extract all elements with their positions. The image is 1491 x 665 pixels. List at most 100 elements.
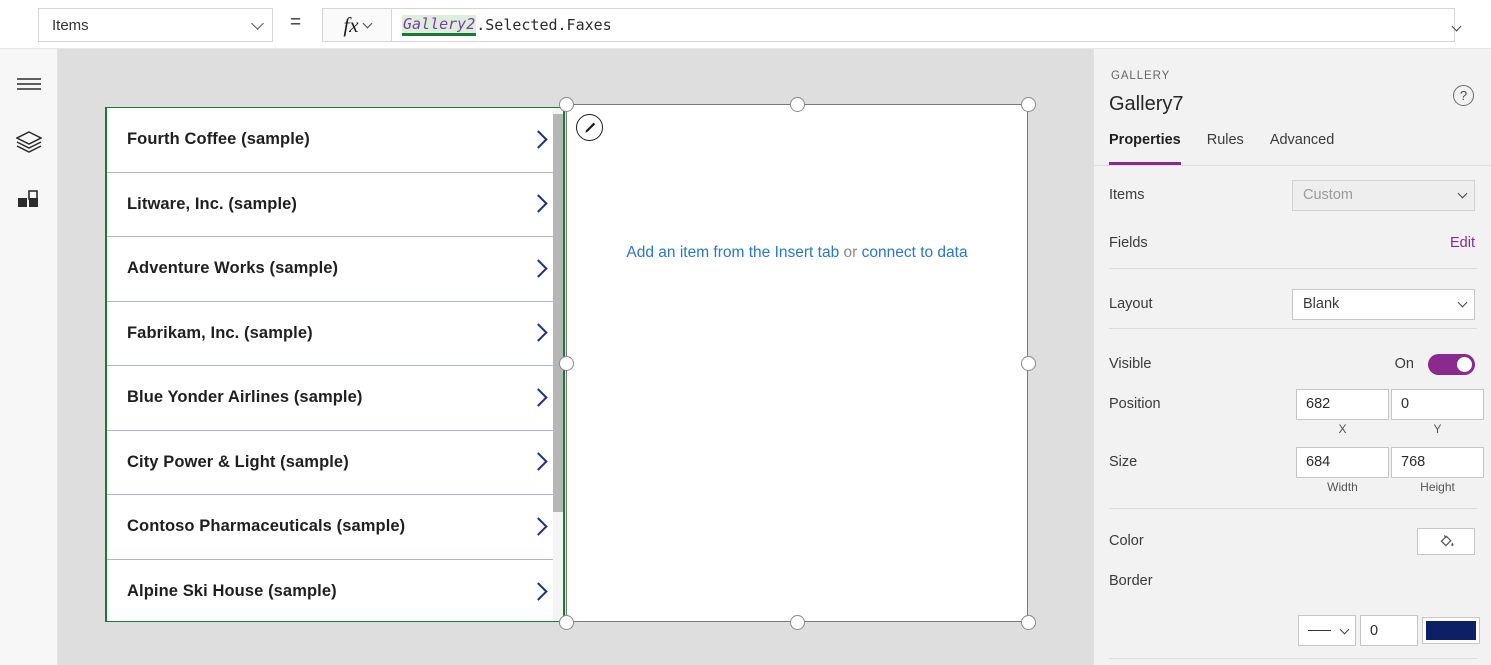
position-label: Position bbox=[1109, 396, 1161, 412]
layers-icon bbox=[16, 131, 42, 153]
resize-handle-bottom-right[interactable] bbox=[1021, 615, 1036, 630]
gallery-row[interactable]: Litware, Inc. (sample) bbox=[107, 172, 564, 237]
size-height-input[interactable]: 768 bbox=[1391, 446, 1484, 478]
visible-toggle[interactable] bbox=[1428, 353, 1475, 375]
gallery-row-label: Blue Yonder Airlines (sample) bbox=[127, 388, 363, 407]
chevron-right-icon[interactable] bbox=[529, 259, 548, 278]
insert-tab-link[interactable]: Add an item from the Insert tab bbox=[626, 244, 839, 261]
panel-divider bbox=[1109, 268, 1477, 269]
property-row-size: Size 684 768 bbox=[1094, 438, 1491, 486]
panel-divider bbox=[1109, 328, 1477, 329]
fields-label: Fields bbox=[1109, 235, 1148, 251]
fields-edit-link[interactable]: Edit bbox=[1450, 235, 1475, 251]
pencil-icon bbox=[584, 122, 595, 133]
resize-handle-bottom-center[interactable] bbox=[790, 615, 805, 630]
property-selector-dropdown[interactable]: Items bbox=[38, 8, 273, 42]
question-mark-icon[interactable]: ? bbox=[1453, 85, 1474, 106]
fx-button[interactable]: fx bbox=[322, 8, 392, 42]
rail-item-menu[interactable] bbox=[0, 62, 58, 106]
position-y-input[interactable]: 0 bbox=[1391, 388, 1484, 420]
items-dropdown-value: Custom bbox=[1303, 187, 1353, 203]
panel-control-type: GALLERY bbox=[1111, 70, 1171, 82]
chevron-right-icon[interactable] bbox=[529, 388, 548, 407]
empty-message-conjunction: or bbox=[839, 244, 862, 261]
property-row-border: Border bbox=[1094, 557, 1491, 605]
position-y-caption: Y bbox=[1433, 422, 1442, 436]
chevron-right-icon[interactable] bbox=[529, 517, 548, 536]
items-label: Items bbox=[1109, 187, 1145, 203]
gallery-row[interactable]: Blue Yonder Airlines (sample) bbox=[107, 366, 564, 431]
left-rail bbox=[0, 49, 58, 665]
visible-state-text: On bbox=[1394, 356, 1414, 372]
layout-dropdown-value: Blank bbox=[1303, 296, 1340, 312]
items-dropdown[interactable]: Custom bbox=[1292, 179, 1475, 211]
chevron-down-icon bbox=[1451, 21, 1462, 32]
size-width-input[interactable]: 684 bbox=[1296, 446, 1389, 478]
equals-sign: = bbox=[290, 12, 302, 33]
panel-control-name: Gallery7 bbox=[1109, 93, 1184, 115]
resize-handle-top-center[interactable] bbox=[790, 97, 805, 112]
solid-line-icon bbox=[1308, 630, 1331, 631]
gallery-empty-message: Add an item from the Insert tab or conne… bbox=[567, 244, 1027, 262]
gallery-row-label: City Power & Light (sample) bbox=[127, 452, 349, 471]
resize-handle-middle-left[interactable] bbox=[559, 356, 574, 371]
tab-advanced[interactable]: Advanced bbox=[1270, 132, 1335, 165]
formula-input[interactable]: Gallery2 .Selected.Faxes bbox=[392, 8, 1455, 42]
visible-label: Visible bbox=[1109, 356, 1152, 372]
panel-divider bbox=[1109, 658, 1477, 659]
layout-dropdown[interactable]: Blank bbox=[1292, 288, 1475, 320]
border-color-fill bbox=[1426, 621, 1476, 640]
connect-to-data-link[interactable]: connect to data bbox=[862, 244, 968, 261]
rail-item-tree-view[interactable] bbox=[0, 120, 58, 164]
panel-divider bbox=[1109, 508, 1477, 509]
gallery-row-label: Fabrikam, Inc. (sample) bbox=[127, 323, 313, 342]
gallery-edit-badge[interactable] bbox=[576, 114, 603, 141]
border-color-swatch[interactable] bbox=[1422, 617, 1480, 644]
design-canvas[interactable]: Fourth Coffee (sample) Litware, Inc. (sa… bbox=[58, 49, 1093, 665]
gallery-row[interactable]: Contoso Pharmaceuticals (sample) bbox=[107, 495, 564, 560]
gallery-row-label: Alpine Ski House (sample) bbox=[127, 582, 337, 601]
gallery-row-label: Contoso Pharmaceuticals (sample) bbox=[127, 517, 406, 536]
layout-label: Layout bbox=[1109, 296, 1153, 312]
chevron-down-icon bbox=[1457, 297, 1468, 308]
gallery-row-label: Litware, Inc. (sample) bbox=[127, 194, 297, 213]
gallery-row[interactable]: Fourth Coffee (sample) bbox=[107, 108, 564, 173]
size-width-caption: Width bbox=[1327, 480, 1358, 494]
panel-tabs-divider bbox=[1094, 165, 1491, 166]
property-row-layout: Layout Blank bbox=[1094, 280, 1491, 328]
property-row-position: Position 682 0 bbox=[1094, 380, 1491, 428]
border-style-dropdown[interactable] bbox=[1298, 615, 1356, 646]
gallery-list-control[interactable]: Fourth Coffee (sample) Litware, Inc. (sa… bbox=[105, 107, 565, 622]
resize-handle-top-left[interactable] bbox=[559, 97, 574, 112]
gallery-selected-control[interactable]: Add an item from the Insert tab or conne… bbox=[559, 97, 1036, 630]
gallery-row[interactable]: Fabrikam, Inc. (sample) bbox=[107, 301, 564, 366]
chevron-down-icon bbox=[1457, 188, 1468, 199]
hamburger-menu-icon bbox=[17, 78, 41, 90]
property-row-fields: Fields Edit bbox=[1094, 219, 1491, 267]
tab-rules[interactable]: Rules bbox=[1207, 132, 1244, 165]
resize-handle-top-right[interactable] bbox=[1021, 97, 1036, 112]
gallery-row[interactable]: Alpine Ski House (sample) bbox=[107, 559, 564, 621]
color-picker-button[interactable] bbox=[1417, 527, 1475, 555]
tab-properties[interactable]: Properties bbox=[1109, 132, 1181, 165]
chevron-down-icon bbox=[362, 18, 373, 29]
color-label: Color bbox=[1109, 533, 1144, 549]
gallery-row[interactable]: Adventure Works (sample) bbox=[107, 237, 564, 302]
chevron-down-icon bbox=[251, 16, 264, 30]
resize-handle-bottom-left[interactable] bbox=[559, 615, 574, 630]
rail-item-insert[interactable] bbox=[0, 180, 58, 224]
chevron-right-icon[interactable] bbox=[529, 130, 548, 149]
formula-token-reference: Gallery2 bbox=[402, 14, 477, 36]
chevron-right-icon[interactable] bbox=[529, 452, 548, 471]
chevron-right-icon[interactable] bbox=[529, 323, 548, 342]
property-selector-value: Items bbox=[52, 16, 89, 34]
position-x-input[interactable]: 682 bbox=[1296, 388, 1389, 420]
chevron-right-icon[interactable] bbox=[529, 582, 548, 601]
border-thickness-input[interactable]: 0 bbox=[1360, 615, 1418, 646]
size-height-caption: Height bbox=[1420, 480, 1455, 494]
paint-bucket-icon bbox=[1440, 534, 1453, 546]
chevron-right-icon[interactable] bbox=[529, 194, 548, 213]
gallery-row[interactable]: City Power & Light (sample) bbox=[107, 430, 564, 495]
resize-handle-middle-right[interactable] bbox=[1021, 356, 1036, 371]
formula-expand-button[interactable] bbox=[1451, 17, 1467, 32]
